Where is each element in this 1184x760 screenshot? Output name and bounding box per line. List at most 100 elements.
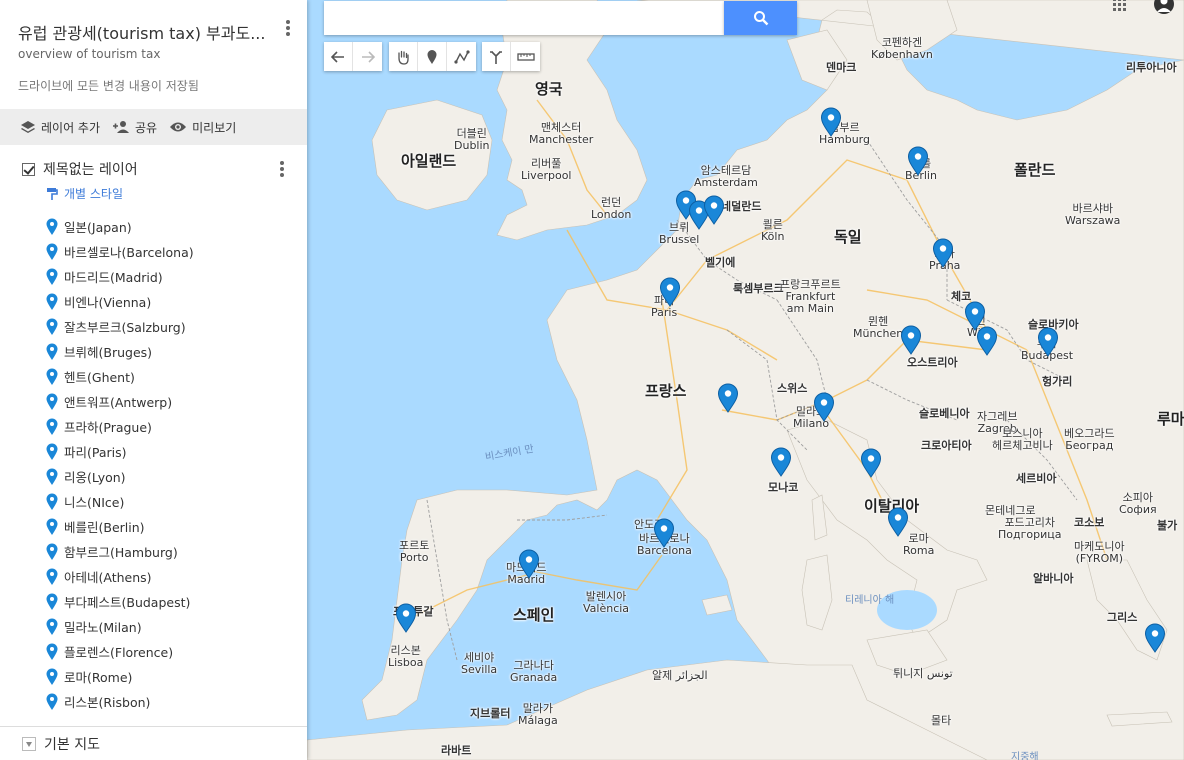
- place-list-item[interactable]: 베를린(Berlin): [46, 514, 296, 539]
- directions-button[interactable]: [482, 42, 511, 71]
- place-pin-icon: [46, 318, 58, 335]
- place-list-item[interactable]: 밀라노(Milan): [46, 614, 296, 639]
- add-person-icon: [113, 121, 130, 133]
- place-list-item[interactable]: 마드리드(Madrid): [46, 264, 296, 289]
- map-marker-pin[interactable]: [518, 549, 540, 579]
- draw-line-button[interactable]: [447, 42, 476, 71]
- place-label: 프라하(Prague): [64, 420, 152, 435]
- place-pin-icon: [46, 543, 58, 560]
- map-canvas[interactable]: 영국 아일랜드 독일 폴란드 프랑스 체코 오스트리아 스위스 이탈리아 스페인…: [307, 0, 1184, 760]
- label-germany: 독일: [834, 228, 862, 246]
- place-label: 헨트(Ghent): [64, 370, 135, 385]
- place-list-item[interactable]: 바르셀로나(Barcelona): [46, 239, 296, 264]
- label-sea-tyrrhenian: 티레니아 해: [845, 595, 895, 606]
- place-pin-icon: [46, 418, 58, 435]
- add-layer-button[interactable]: 레이어 추가: [20, 119, 100, 136]
- map-marker-pin[interactable]: [932, 238, 954, 268]
- place-pin-icon: [976, 326, 998, 356]
- label-dublin: 더블린 Dublin: [454, 127, 490, 152]
- place-pin-icon: [770, 447, 792, 477]
- map-marker-pin[interactable]: [900, 325, 922, 355]
- more-vert-icon: [286, 20, 290, 24]
- more-vert-dot: [286, 26, 290, 30]
- map-marker-pin[interactable]: [813, 392, 835, 422]
- map-marker-pin[interactable]: [659, 277, 681, 307]
- place-pin-icon: [46, 268, 58, 285]
- map-title[interactable]: 유럽 관광세(tourism tax) 부과도...: [18, 20, 268, 44]
- undo-button[interactable]: [324, 42, 353, 71]
- label-romania: 루마: [1157, 410, 1184, 428]
- pan-button[interactable]: [389, 42, 418, 71]
- place-list-item[interactable]: 부다페스트(Budapest): [46, 589, 296, 614]
- place-list-item[interactable]: 헨트(Ghent): [46, 364, 296, 389]
- place-list-item[interactable]: 아테네(Athens): [46, 564, 296, 589]
- share-button[interactable]: 공유: [112, 119, 157, 136]
- label-koln: 쾰른 Köln: [761, 218, 785, 243]
- map-marker-pin[interactable]: [395, 603, 417, 633]
- place-pin-icon: [46, 393, 58, 410]
- label-serbia: 세르비아: [1016, 472, 1057, 485]
- redo-button[interactable]: [353, 42, 382, 71]
- map-marker-pin[interactable]: [703, 195, 725, 225]
- place-list-item[interactable]: 플로렌스(Florence): [46, 639, 296, 664]
- map-options-menu-button[interactable]: [282, 18, 294, 38]
- place-pin-icon: [46, 643, 58, 660]
- share-label: 공유: [135, 120, 158, 135]
- label-lithuania: 리투아니아: [1126, 61, 1177, 74]
- place-list-item[interactable]: 일본(Japan): [46, 214, 296, 239]
- map-marker-pin[interactable]: [907, 146, 929, 176]
- place-label: 바르셀로나(Barcelona): [64, 245, 194, 260]
- label-frankfurt: 프랑크푸르트 Frankfurt am Main: [780, 278, 841, 315]
- place-list-item[interactable]: 리스본(Risbon): [46, 689, 296, 714]
- map-marker-pin[interactable]: [1144, 623, 1166, 653]
- layer-options-menu-button[interactable]: [276, 159, 288, 179]
- label-granada: 그라나다 Granada: [510, 659, 558, 684]
- label-tunisia: 튀니지 تونس: [893, 667, 953, 680]
- add-marker-button[interactable]: [418, 42, 447, 71]
- place-list-item[interactable]: 니스(NIce): [46, 489, 296, 514]
- place-list-item[interactable]: 로마(Rome): [46, 664, 296, 689]
- measure-button[interactable]: [511, 42, 540, 71]
- map-marker-pin[interactable]: [717, 383, 739, 413]
- layer-visibility-checkbox[interactable]: [22, 162, 35, 176]
- place-list-item[interactable]: 잘츠부르크(Salzburg): [46, 314, 296, 339]
- individual-style-link[interactable]: 개별 스타일: [46, 185, 123, 202]
- label-croatia: 크로아티아: [921, 439, 972, 452]
- map-marker-pin[interactable]: [1037, 327, 1059, 357]
- place-label: 일본(Japan): [64, 220, 132, 235]
- place-pin-icon: [659, 277, 681, 307]
- place-list-item[interactable]: 비엔나(Vienna): [46, 289, 296, 314]
- place-pin-icon: [860, 448, 882, 478]
- place-list-item[interactable]: 파리(Paris): [46, 439, 296, 464]
- map-marker-pin[interactable]: [820, 107, 842, 137]
- label-monaco: 모나코: [768, 481, 799, 494]
- account-icon[interactable]: [1152, 0, 1176, 16]
- label-london: 런던 London: [591, 196, 632, 221]
- ruler-icon: [516, 52, 535, 61]
- directions-toolbar: [482, 42, 540, 71]
- more-vert-dot: [280, 173, 284, 177]
- place-list-item[interactable]: 프라하(Prague): [46, 414, 296, 439]
- directions-icon: [490, 50, 502, 64]
- map-marker-pin[interactable]: [860, 448, 882, 478]
- map-marker-pin[interactable]: [653, 518, 675, 548]
- search-button[interactable]: [724, 1, 797, 35]
- map-marker-pin[interactable]: [770, 447, 792, 477]
- place-list-item[interactable]: 함부르그(Hamburg): [46, 539, 296, 564]
- place-pin-icon: [46, 568, 58, 585]
- search-input[interactable]: [324, 1, 724, 35]
- label-kosovo: 코소보: [1074, 516, 1105, 529]
- place-pin-icon: [932, 238, 954, 268]
- place-list-item[interactable]: 리옹(Lyon): [46, 464, 296, 489]
- map-sidebar: 유럽 관광세(tourism tax) 부과도... overview of t…: [0, 0, 307, 760]
- label-luxembourg: 룩셈부르크: [733, 282, 784, 295]
- base-map-section[interactable]: 기본 지도: [22, 734, 100, 754]
- map-description[interactable]: overview of tourism tax: [18, 47, 160, 61]
- place-list-item[interactable]: 앤트워프(Antwerp): [46, 389, 296, 414]
- map-marker-pin[interactable]: [887, 507, 909, 537]
- preview-button[interactable]: 미리보기: [169, 119, 236, 136]
- place-list-item[interactable]: 브뤼헤(Bruges): [46, 339, 296, 364]
- apps-grid-icon[interactable]: [1112, 0, 1128, 16]
- map-marker-pin[interactable]: [976, 326, 998, 356]
- layer-title[interactable]: 제목없는 레이어: [43, 159, 138, 179]
